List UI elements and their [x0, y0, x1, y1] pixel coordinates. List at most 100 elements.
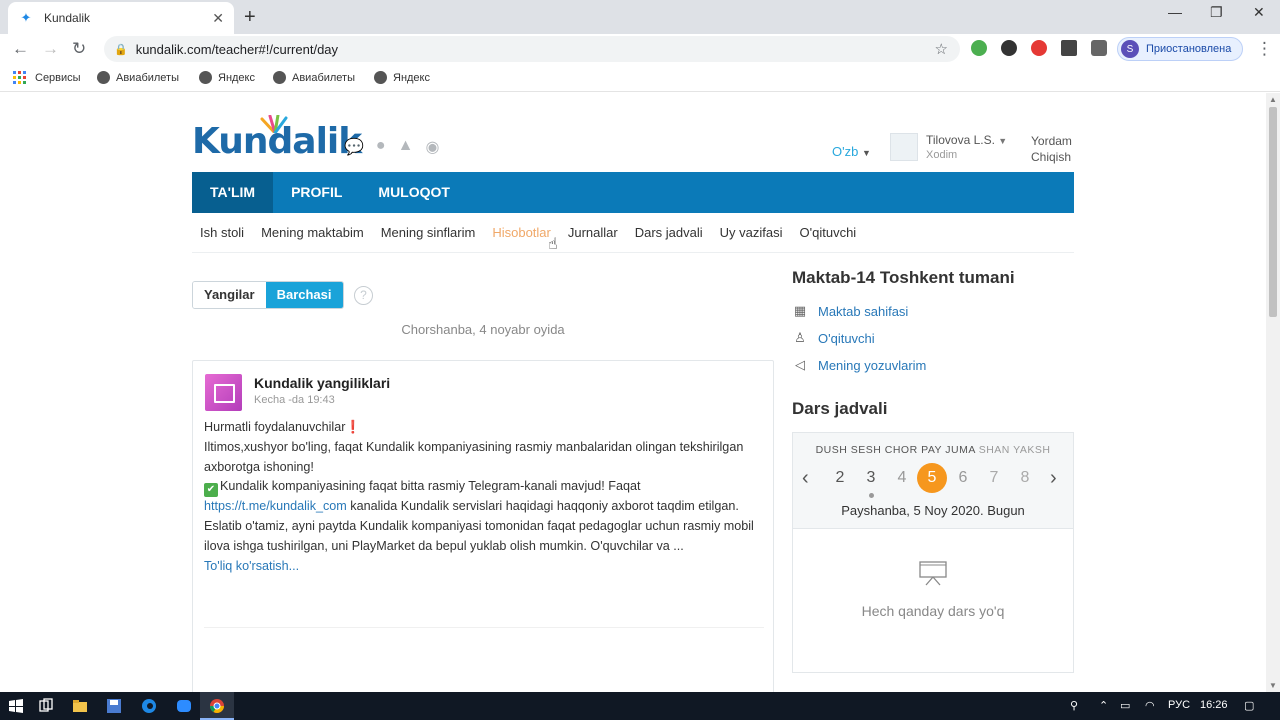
calendar-day[interactable]: 6 [948, 463, 978, 493]
subnav-oqituvchi[interactable]: O'qituvchi [800, 225, 857, 240]
back-icon[interactable]: ← [12, 39, 29, 59]
url-text: kundalik.com/teacher#!/current/day [135, 41, 339, 57]
news-preview [204, 627, 764, 692]
sub-nav: Ish stoli Mening maktabim Mening sinflar… [192, 213, 1074, 253]
notifications-icon[interactable]: ▢ [1244, 699, 1254, 712]
page-scrollbar[interactable]: ▲ ▼ [1266, 93, 1280, 692]
subnav-hisobotlar[interactable]: Hisobotlar [492, 225, 551, 240]
chrome-icon [210, 699, 224, 713]
subnav-dars-jadvali[interactable]: Dars jadvali [635, 225, 703, 240]
profile-status: Приостановлена [1146, 43, 1232, 55]
kundalik-favicon-icon: ✦ [20, 10, 32, 25]
calendar-day[interactable]: 7 [979, 463, 1009, 493]
weekday-row: DUSH SESH CHOR PAY JUMA SHAN YAKSH [815, 444, 1051, 456]
profile-button[interactable]: S Приостановлена [1117, 37, 1243, 61]
zoom-app-icon[interactable] [176, 698, 192, 714]
subnav-uy-vazifasi[interactable]: Uy vazifasi [720, 225, 783, 240]
bookmark-star-icon[interactable]: ☆ [935, 40, 948, 58]
restore-icon[interactable]: ❐ [1210, 4, 1223, 21]
calendar-day[interactable]: 8 [1010, 463, 1040, 493]
my-posts-link[interactable]: ◁ Mening yozuvlarim [792, 357, 926, 373]
new-tab-button[interactable]: + [244, 6, 256, 29]
filter-all-button[interactable]: Barchasi [265, 282, 343, 308]
exclamation-icon: ❗ [345, 420, 362, 434]
subnav-mening-maktabim[interactable]: Mening maktabim [261, 225, 364, 240]
calendar-day[interactable]: 3 [856, 463, 886, 493]
bookmark-services[interactable]: Сервисы [13, 71, 81, 84]
download-extension-icon[interactable] [1001, 40, 1017, 56]
filter-new-button[interactable]: Yangilar [193, 282, 266, 308]
calendar-day-selected[interactable]: 5 [917, 463, 947, 493]
extension-red-icon[interactable] [1031, 40, 1047, 56]
calendar-header: DUSH SESH CHOR PAY JUMA SHAN YAKSH ‹ 2 3… [793, 433, 1073, 529]
wifi-icon[interactable]: ◠ [1145, 699, 1155, 712]
task-view-icon[interactable] [38, 698, 54, 714]
help-link[interactable]: Yordam [1031, 134, 1072, 148]
avatar[interactable] [890, 133, 918, 161]
edge-icon[interactable] [141, 698, 157, 714]
extensions-puzzle-icon[interactable] [1091, 40, 1107, 56]
reload-icon[interactable]: ↻ [72, 39, 86, 59]
subnav-jurnallar[interactable]: Jurnallar [568, 225, 618, 240]
news-body: Hurmatli foydalanuvchilar❗ Iltimos,xushy… [204, 420, 754, 573]
subnav-ish-stoli[interactable]: Ish stoli [200, 225, 244, 240]
feed-date: Chorshanba, 4 noyabr oyida [401, 322, 565, 337]
building-icon: ▦ [793, 303, 807, 318]
people-icon[interactable]: ⚲ [1070, 699, 1078, 712]
bookmark-yandex-1[interactable]: Яндекс [199, 71, 255, 84]
battery-icon[interactable]: ▭ [1120, 699, 1130, 712]
tray-chevron-up-icon[interactable]: ⌃ [1099, 699, 1108, 712]
bookmark-aviabilety-1[interactable]: Авиабилеты [97, 71, 179, 84]
calendar-day[interactable]: 2 [825, 463, 855, 493]
input-language[interactable]: РУС [1168, 699, 1190, 711]
minimize-icon[interactable]: — [1168, 4, 1182, 20]
user-menu[interactable]: Tilovova L.S. ▼ [926, 133, 1007, 147]
chevron-right-icon[interactable]: › [1050, 467, 1057, 490]
extension-green-icon[interactable] [971, 40, 987, 56]
school-title: Maktab-14 Toshkent tumani [792, 268, 1015, 287]
schedule-title: Dars jadvali [792, 399, 888, 418]
calendar-day[interactable]: 4 [887, 463, 917, 493]
has-lessons-dot [869, 493, 874, 498]
browser-menu-icon[interactable]: ⋮ [1256, 39, 1273, 59]
teacher-link[interactable]: ♙ O'qituvchi [792, 330, 875, 346]
kundalik-logo[interactable]: Kundalik [192, 115, 362, 162]
telegram-link[interactable]: https://t.me/kundalik_com [204, 499, 347, 513]
extension-box-icon[interactable] [1061, 40, 1077, 56]
messages-icon[interactable]: 💬 [344, 137, 364, 157]
user-icon[interactable]: ● [376, 137, 386, 157]
logout-link[interactable]: Chiqish [1031, 150, 1071, 164]
scroll-up-icon[interactable]: ▲ [1269, 95, 1277, 104]
show-more-link[interactable]: To'liq ko'rsatish... [204, 559, 299, 573]
bookmark-yandex-2[interactable]: Яндекс [374, 71, 430, 84]
window-close-icon[interactable]: ✕ [1253, 4, 1265, 21]
forward-icon[interactable]: → [42, 39, 59, 59]
scroll-down-icon[interactable]: ▼ [1269, 681, 1277, 690]
main-nav-talim[interactable]: TA'LIM [192, 172, 274, 213]
file-explorer-icon[interactable] [72, 698, 88, 714]
main-nav-profil[interactable]: PROFIL [273, 172, 360, 213]
main-nav-muloqot[interactable]: MULOQOT [360, 172, 468, 213]
news-title[interactable]: Kundalik yangiliklari [254, 375, 390, 391]
browser-tabstrip: ✦ Kundalik ✕ + — ❐ ✕ [0, 0, 1280, 34]
scroll-thumb[interactable] [1269, 107, 1277, 317]
school-page-link[interactable]: ▦ Maktab sahifasi [792, 303, 908, 319]
bookmark-aviabilety-2[interactable]: Авиабилеты [273, 71, 355, 84]
save-app-icon[interactable] [106, 698, 122, 714]
clock[interactable]: 16:26 [1200, 699, 1228, 711]
megaphone-icon: ◁ [795, 357, 805, 372]
user-role: Xodim [926, 149, 958, 161]
tab-close-icon[interactable]: ✕ [212, 10, 224, 27]
help-icon[interactable]: ? [354, 286, 373, 305]
logo-rays-icon [260, 115, 288, 133]
bell-icon[interactable]: ▲ [398, 137, 414, 157]
browser-tab[interactable]: ✦ Kundalik ✕ [8, 2, 234, 34]
chrome-taskbar-button[interactable] [200, 692, 234, 720]
no-lessons-text: Hech qanday dars yo'q [861, 603, 1005, 619]
subnav-mening-sinflarim[interactable]: Mening sinflarim [381, 225, 476, 240]
language-select[interactable]: O'zb ▼ [832, 144, 871, 159]
calendar-days: 2 3 4 5 6 7 8 [793, 463, 1073, 493]
start-icon[interactable] [8, 698, 24, 714]
globe-icon[interactable]: ◉ [425, 137, 439, 157]
address-bar[interactable]: 🔒 kundalik.com/teacher#!/current/day ☆ [104, 36, 960, 62]
